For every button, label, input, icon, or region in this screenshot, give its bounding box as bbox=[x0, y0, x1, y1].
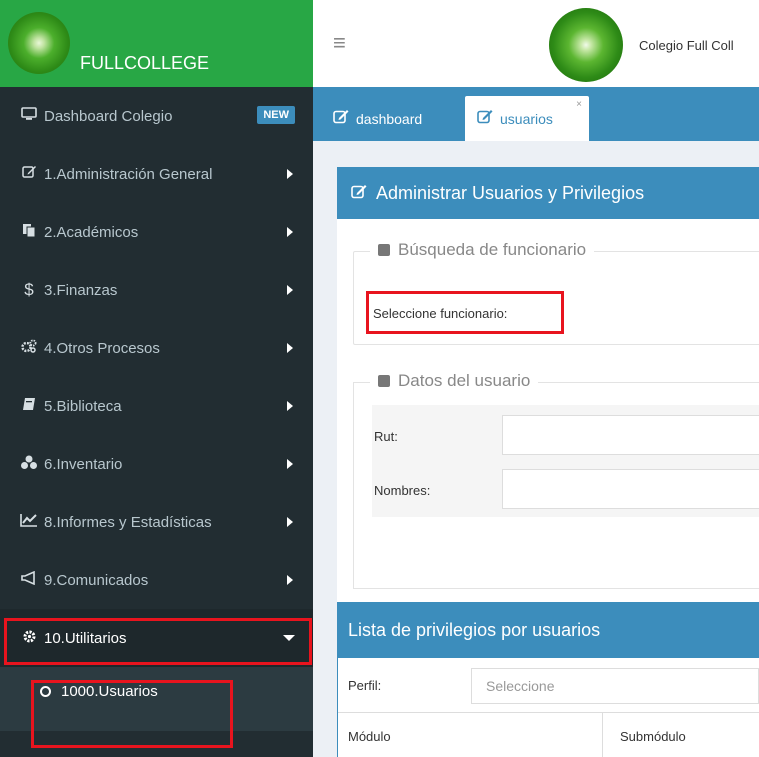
datos-fieldset: Datos del usuario Rut: Nombres: bbox=[353, 371, 759, 589]
perfil-select[interactable]: Seleccione bbox=[471, 668, 759, 704]
monitor-icon bbox=[18, 107, 40, 125]
edit-icon bbox=[333, 109, 350, 129]
privilegios-title: Lista de privilegios por usuarios bbox=[348, 619, 601, 640]
sidebar-item-label: 3.Finanzas bbox=[44, 281, 118, 299]
privilegios-header: Lista de privilegios por usuarios bbox=[338, 602, 759, 658]
panel-header: Administrar Usuarios y Privilegios bbox=[337, 167, 759, 219]
sidebar-item-informes[interactable]: 8.Informes y Estadísticas bbox=[0, 493, 313, 551]
highlight-usuarios bbox=[31, 680, 233, 748]
tab-usuarios[interactable]: usuarios × bbox=[465, 96, 589, 141]
edit-icon bbox=[18, 165, 40, 183]
sidebar-item-label: 4.Otros Procesos bbox=[44, 339, 160, 357]
caret-right-icon bbox=[287, 169, 293, 179]
sidebar-item-inventario[interactable]: 6.Inventario bbox=[0, 435, 313, 493]
college-logo-icon bbox=[8, 12, 70, 74]
square-icon bbox=[378, 375, 390, 387]
copy-icon bbox=[18, 223, 40, 242]
caret-right-icon bbox=[287, 343, 293, 353]
chart-icon bbox=[18, 513, 40, 531]
datos-legend: Datos del usuario bbox=[370, 371, 539, 391]
rut-input[interactable] bbox=[502, 415, 759, 455]
caret-right-icon bbox=[287, 227, 293, 237]
sidebar-item-otros-procesos[interactable]: 4.Otros Procesos bbox=[0, 319, 313, 377]
college-logo-icon bbox=[549, 8, 623, 82]
highlight-seleccione-funcionario bbox=[366, 291, 564, 334]
sidebar-item-comunicados[interactable]: 9.Comunicados bbox=[0, 551, 313, 609]
main-content: Administrar Usuarios y Privilegios Búsqu… bbox=[313, 141, 759, 757]
caret-right-icon bbox=[287, 517, 293, 527]
book-icon bbox=[18, 397, 40, 415]
sidebar-item-label: 8.Informes y Estadísticas bbox=[44, 513, 212, 531]
tab-bar: dashboard usuarios × bbox=[313, 87, 759, 141]
caret-right-icon bbox=[287, 285, 293, 295]
top-header: ≡ Colegio Full Coll bbox=[313, 0, 759, 87]
square-icon bbox=[378, 244, 390, 256]
tab-dashboard[interactable]: dashboard bbox=[333, 96, 422, 141]
college-title: Colegio Full Coll bbox=[639, 38, 734, 53]
tab-label: usuarios bbox=[500, 110, 553, 127]
hamburger-menu-icon[interactable]: ≡ bbox=[333, 30, 346, 56]
sidebar-item-dashboard[interactable]: Dashboard Colegio NEW bbox=[0, 87, 313, 145]
sidebar-item-label: 6.Inventario bbox=[44, 455, 123, 473]
panel-title: Administrar Usuarios y Privilegios bbox=[376, 182, 645, 203]
nombres-label: Nombres: bbox=[374, 483, 431, 498]
bullhorn-icon bbox=[18, 570, 40, 589]
tab-label: dashboard bbox=[356, 110, 423, 127]
privilegios-panel: Lista de privilegios por usuarios Perfil… bbox=[337, 602, 759, 757]
edit-icon bbox=[351, 183, 368, 204]
sidebar: FULLCOLLEGE Dashboard Colegio NEW 1.Admi… bbox=[0, 0, 313, 757]
sidebar-item-label: Dashboard Colegio bbox=[44, 107, 173, 125]
sidebar-item-label: 2.Académicos bbox=[44, 223, 139, 241]
cogs-icon bbox=[18, 339, 40, 357]
close-icon[interactable]: × bbox=[576, 99, 582, 110]
dollar-icon: $ bbox=[24, 280, 34, 299]
column-divider bbox=[602, 713, 603, 757]
cubes-icon bbox=[18, 455, 40, 474]
sidebar-item-label: 5.Biblioteca bbox=[44, 397, 122, 415]
table-header-row: Módulo Submódulo bbox=[338, 713, 759, 757]
perfil-placeholder: Seleccione bbox=[486, 678, 555, 694]
caret-right-icon bbox=[287, 575, 293, 585]
nombres-input[interactable] bbox=[502, 469, 759, 509]
legend-text: Búsqueda de funcionario bbox=[398, 240, 587, 259]
sidebar-item-finanzas[interactable]: $ 3.Finanzas bbox=[0, 261, 313, 319]
legend-text: Datos del usuario bbox=[398, 371, 531, 390]
new-badge: NEW bbox=[257, 106, 295, 124]
perfil-row: Perfil: Seleccione bbox=[338, 658, 759, 713]
column-modulo: Módulo bbox=[348, 729, 391, 744]
sidebar-item-academicos[interactable]: 2.Académicos bbox=[0, 203, 313, 261]
datos-form: Rut: Nombres: bbox=[372, 405, 759, 517]
edit-icon bbox=[477, 109, 494, 129]
busqueda-legend: Búsqueda de funcionario bbox=[370, 240, 595, 260]
brand-name: FULLCOLLEGE bbox=[80, 53, 210, 73]
column-submodulo: Submódulo bbox=[620, 729, 686, 744]
sidebar-item-biblioteca[interactable]: 5.Biblioteca bbox=[0, 377, 313, 435]
brand[interactable]: FULLCOLLEGE bbox=[0, 0, 313, 87]
sidebar-item-label: 1.Administración General bbox=[44, 165, 213, 183]
caret-right-icon bbox=[287, 401, 293, 411]
highlight-utilitarios bbox=[4, 618, 312, 665]
caret-right-icon bbox=[287, 459, 293, 469]
rut-label: Rut: bbox=[374, 429, 398, 444]
sidebar-item-label: 9.Comunicados bbox=[44, 571, 149, 589]
perfil-label: Perfil: bbox=[348, 678, 382, 693]
sidebar-item-administracion[interactable]: 1.Administración General bbox=[0, 145, 313, 203]
